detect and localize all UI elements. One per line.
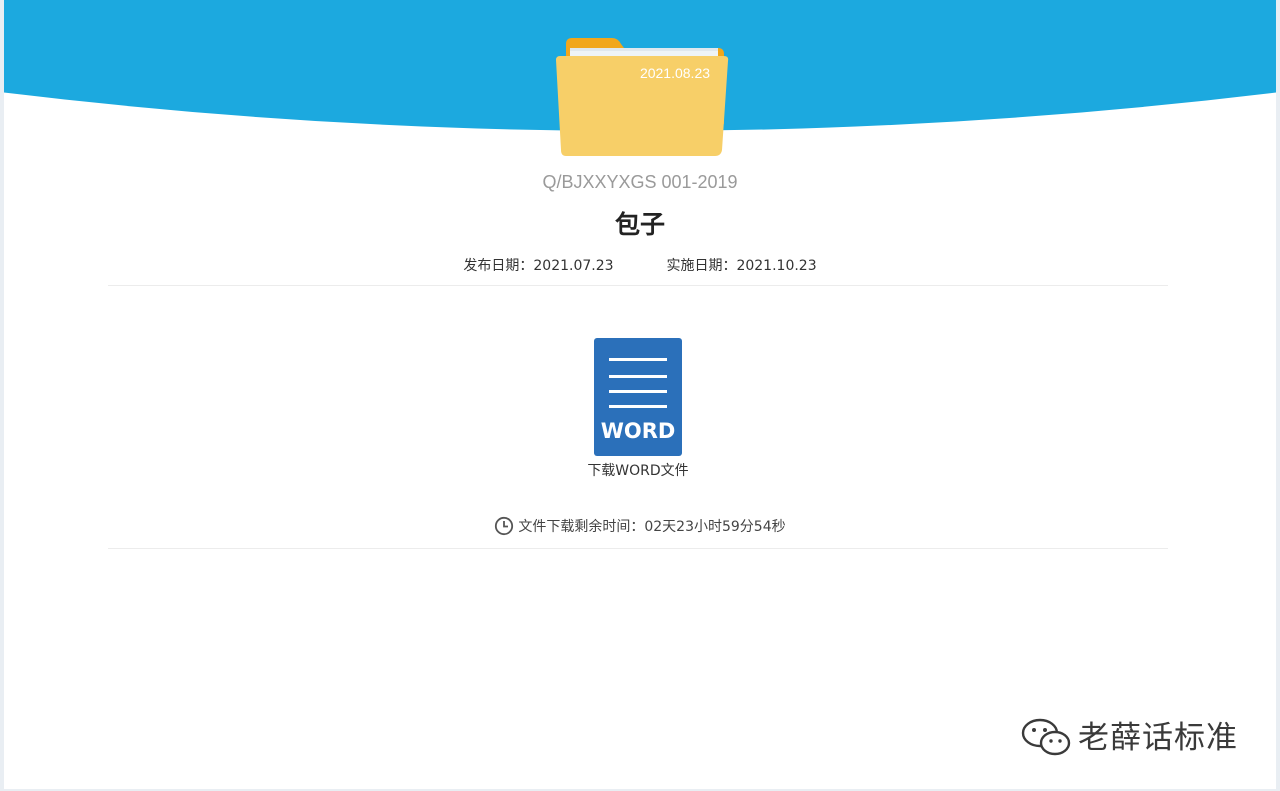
word-document-icon: WORD [594, 338, 682, 456]
countdown-label: 文件下载剩余时间： [518, 519, 645, 535]
publish-date: 2021.07.23 [533, 258, 614, 274]
clock-icon [495, 516, 514, 536]
implement-date-label: 实施日期： [666, 258, 737, 274]
watermark-text: 老薛话标准 [1078, 720, 1238, 756]
divider-bottom [108, 548, 1168, 549]
download-word-button[interactable]: WORD 下载WORD文件 [560, 338, 716, 488]
countdown-value: 02天23小时59分54秒 [644, 519, 786, 535]
publish-date-label: 发布日期： [463, 258, 534, 274]
implement-date: 2021.10.23 [736, 258, 817, 274]
word-icon-text: WORD [601, 419, 676, 443]
watermark: 老薛话标准 [1020, 712, 1238, 757]
date-row: 发布日期：2021.07.23 实施日期：2021.10.23 [0, 255, 1280, 275]
standard-title: 包子 [614, 210, 665, 239]
folder-icon [556, 38, 729, 156]
standard-code: Q/BJXXYXGS 001-2019 [542, 172, 738, 192]
folder-date: 2021.08.23 [639, 65, 711, 81]
download-word-label: 下载WORD文件 [587, 463, 689, 479]
countdown: 文件下载剩余时间：02天23小时59分54秒 [0, 516, 1280, 536]
divider-top [108, 285, 1168, 286]
wechat-icon [1021, 718, 1071, 756]
